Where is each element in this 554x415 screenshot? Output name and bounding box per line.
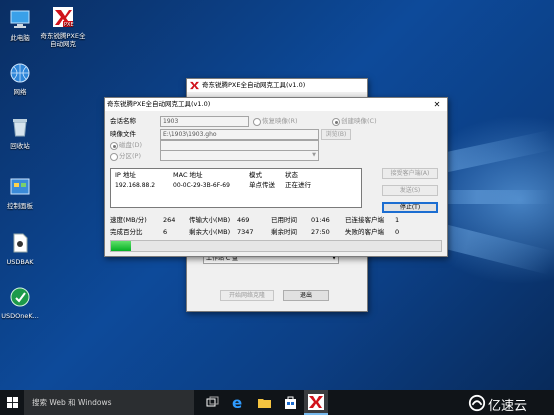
image-file-label: 映像文件 bbox=[110, 130, 136, 138]
speed-value: 264 bbox=[163, 216, 176, 224]
start-clone-button[interactable]: 开始网络克隆 bbox=[220, 290, 274, 301]
session-label: 会话名称 bbox=[110, 117, 136, 125]
desktop-icon-this-pc[interactable]: 此电脑 bbox=[0, 8, 42, 42]
desktop-icon-usdbak[interactable]: USDBAK bbox=[0, 232, 42, 266]
edge-icon[interactable]: e bbox=[230, 394, 247, 411]
partition-radio[interactable] bbox=[110, 153, 118, 161]
accept-clients-button[interactable]: 接受客户端(A) bbox=[382, 168, 438, 179]
remaining-time-label: 剩余时间 bbox=[271, 228, 297, 236]
start-button[interactable] bbox=[0, 390, 24, 415]
clone-progress-bar bbox=[110, 240, 442, 252]
control-panel-icon bbox=[10, 178, 30, 195]
watermark-logo: 亿速云 bbox=[468, 393, 552, 414]
computer-icon bbox=[10, 10, 30, 28]
client-status: 正在进行 bbox=[285, 181, 311, 189]
windows-logo-icon bbox=[7, 397, 18, 408]
pxe-logo-icon bbox=[308, 394, 324, 410]
remaining-time-value: 27:50 bbox=[311, 228, 330, 236]
elapsed-label: 已用时间 bbox=[271, 216, 297, 224]
svg-text:e: e bbox=[232, 394, 242, 411]
desktop-icon-label: 回收站 bbox=[10, 142, 30, 150]
stop-button[interactable]: 停止(T) bbox=[382, 202, 438, 213]
desktop-icon-label: 控制面板 bbox=[7, 202, 33, 210]
create-label: 创建映像(C) bbox=[341, 117, 377, 125]
transferred-label: 传输大小(MB) bbox=[189, 216, 231, 224]
close-icon[interactable]: ✕ bbox=[427, 98, 447, 111]
taskbar-search-box[interactable]: 搜索 Web 和 Windows bbox=[24, 390, 194, 415]
send-button[interactable]: 发送(S) bbox=[382, 185, 438, 196]
desktop-icon-network[interactable]: 网络 bbox=[0, 62, 42, 96]
task-view-icon[interactable] bbox=[204, 394, 221, 411]
client-ip: 192.168.88.2 bbox=[115, 182, 156, 189]
image-file-field[interactable]: E:\1903\1903.gho bbox=[160, 129, 319, 140]
desktop-icon-pxe-tool[interactable]: PXE 奇东锐腾PXE全自动网克 bbox=[40, 6, 86, 48]
main-window-titlebar[interactable]: 奇东锐腾PXE全自动网克工具(v1.0) ✕ bbox=[105, 98, 447, 111]
pxe-logo-icon bbox=[190, 81, 199, 90]
browse-button[interactable]: 浏览(B) bbox=[321, 129, 351, 140]
remaining-label: 剩余大小(MB) bbox=[189, 228, 231, 236]
desktop-icon-label: USDBAK bbox=[6, 258, 34, 266]
search-placeholder: 搜索 Web 和 Windows bbox=[32, 398, 112, 407]
desktop-icon-recycle-bin[interactable]: 回收站 bbox=[0, 116, 42, 150]
back-window-title: 奇东锐腾PXE全自动网克工具(v1.0) bbox=[202, 81, 306, 89]
transferred-value: 469 bbox=[237, 216, 250, 224]
taskbar: 搜索 Web 和 Windows e 亿速云 bbox=[0, 390, 554, 415]
main-window[interactable]: 奇东锐腾PXE全自动网克工具(v1.0) ✕ 会话名称 1903 恢复映像(R)… bbox=[104, 97, 448, 257]
create-radio[interactable] bbox=[332, 118, 340, 126]
column-header-ip: IP 地址 bbox=[115, 171, 136, 179]
network-icon bbox=[10, 63, 30, 83]
disk-label: 磁盘(D) bbox=[119, 141, 143, 149]
speed-label: 速度(MB/分) bbox=[110, 216, 147, 224]
progress-fill bbox=[111, 241, 131, 251]
watermark-text: 亿速云 bbox=[488, 399, 528, 414]
connected-label: 已连接客户端 bbox=[345, 216, 384, 224]
client-mode: 单点传送 bbox=[249, 181, 275, 189]
desktop-icon-label: 奇东锐腾PXE全自动网克 bbox=[40, 32, 86, 48]
store-icon[interactable] bbox=[282, 394, 299, 411]
partition-label: 分区(P) bbox=[119, 152, 141, 160]
recycle-bin-icon bbox=[13, 119, 27, 137]
client-mac: 00-0C-29-3B-6F-69 bbox=[173, 182, 230, 189]
connected-value: 1 bbox=[395, 216, 400, 224]
disk-radio[interactable] bbox=[110, 142, 118, 150]
column-header-mode: 模式 bbox=[249, 171, 262, 179]
desktop-icon-label: 网络 bbox=[13, 88, 27, 96]
elapsed-value: 01:46 bbox=[311, 216, 330, 224]
exit-button[interactable]: 退出 bbox=[283, 290, 329, 301]
chevron-down-icon: ▼ bbox=[312, 152, 316, 158]
desktop-icon-label: 此电脑 bbox=[10, 34, 30, 42]
file-explorer-icon[interactable] bbox=[256, 394, 273, 411]
taskbar-pxe-app[interactable] bbox=[304, 390, 328, 415]
svg-text:PXE: PXE bbox=[64, 22, 74, 28]
yisuyun-logo-icon bbox=[468, 394, 486, 412]
failed-label: 失败的客户端 bbox=[345, 228, 384, 236]
restore-radio[interactable] bbox=[253, 118, 261, 126]
desktop-icon-control-panel[interactable]: 控制面板 bbox=[0, 176, 42, 210]
restore-label: 恢复映像(R) bbox=[262, 117, 298, 125]
column-header-status: 状态 bbox=[285, 171, 298, 179]
onekey-icon bbox=[10, 287, 30, 307]
session-name-field[interactable]: 1903 bbox=[160, 116, 249, 127]
partition-select[interactable]: ▼ bbox=[160, 150, 319, 161]
column-header-mac: MAC 地址 bbox=[173, 171, 203, 179]
percent-label: 完成百分比 bbox=[110, 228, 143, 236]
pxe-logo-icon: PXE bbox=[53, 7, 74, 28]
document-icon bbox=[13, 233, 28, 253]
back-window-titlebar[interactable]: 奇东锐腾PXE全自动网克工具(v1.0) bbox=[187, 79, 367, 92]
client-list[interactable]: IP 地址 MAC 地址 模式 状态 192.168.88.2 00-0C-29… bbox=[110, 168, 362, 208]
desktop-icon-usdonekey[interactable]: USDOneK... bbox=[0, 286, 42, 320]
percent-value: 6 bbox=[163, 228, 168, 236]
desktop-icon-label: USDOneK... bbox=[1, 312, 39, 320]
remaining-value: 7347 bbox=[237, 228, 254, 236]
failed-value: 0 bbox=[395, 228, 400, 236]
main-window-title: 奇东锐腾PXE全自动网克工具(v1.0) bbox=[107, 100, 211, 108]
